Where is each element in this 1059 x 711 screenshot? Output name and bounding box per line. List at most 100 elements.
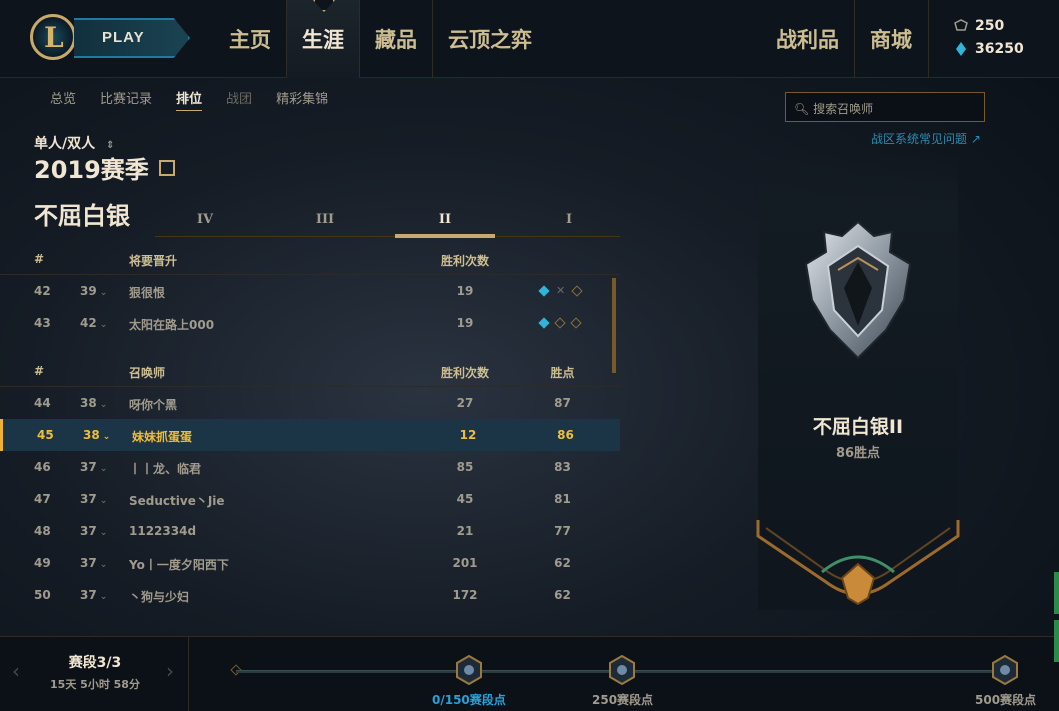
nav-home[interactable]: 主页 <box>214 0 286 78</box>
right-nav: 战利品 商城 <box>761 0 927 78</box>
tab-ranked[interactable]: 排位 <box>176 88 203 111</box>
series-pending-icon <box>554 317 566 329</box>
row-lp-rank: 37 ⌄ <box>80 492 108 506</box>
promo-series <box>538 316 582 329</box>
season-header: 2019赛季 <box>34 150 175 185</box>
nav-collection[interactable]: 藏品 <box>359 0 432 78</box>
header-wins: 胜利次数 <box>440 366 489 380</box>
row-summoner-name: 丨丨龙、临君 <box>129 462 202 476</box>
row-points: 81 <box>554 492 571 506</box>
main-nav: 主页 生涯 藏品 云顶之弈 <box>214 0 547 78</box>
career-subnav: 总览 比赛记录 排位 战团 精彩集锦 <box>50 88 328 111</box>
chevron-left-icon[interactable]: ‹ <box>12 659 20 683</box>
header-points: 胜点 <box>550 366 575 380</box>
row-lp-rank: 37 ⌄ <box>80 588 108 602</box>
division-tab-i[interactable]: I <box>519 212 619 227</box>
nav-store[interactable]: 商城 <box>854 0 927 78</box>
table-row[interactable]: 43 42 ⌄ 太阳在路上000 19 <box>0 307 620 339</box>
chevron-down-icon: ⌄ <box>99 592 108 602</box>
ladder-table: # 召唤师 胜利次数 胜点 44 38 ⌄ 呀你个黑 27 87 45 38 ⌄ 妹妹抓蛋蛋 12 8… <box>0 355 620 611</box>
row-wins: 172 <box>452 588 478 602</box>
row-wins: 21 <box>456 524 474 538</box>
table-row[interactable]: 46 37 ⌄ 丨丨龙、临君 85 83 <box>0 451 620 483</box>
side-tab[interactable] <box>1054 572 1059 614</box>
segment-marker-icon[interactable] <box>608 655 636 685</box>
row-points: 87 <box>554 396 571 410</box>
segment-marker-label: 500赛段点 <box>975 693 1037 707</box>
division-tab-iv[interactable]: IV <box>155 212 255 227</box>
row-summoner-name: 狠很恨 <box>129 286 166 300</box>
segment-marker-icon[interactable] <box>455 655 483 685</box>
rp-amount: 250 <box>975 18 1005 34</box>
rank-name: 不屈白银II <box>812 416 904 438</box>
table-row[interactable]: 44 38 ⌄ 呀你个黑 27 87 <box>0 387 620 419</box>
series-pending-icon <box>571 285 583 297</box>
row-wins: 19 <box>456 316 474 330</box>
season-badge-icon <box>158 159 175 176</box>
row-points: 83 <box>554 460 571 474</box>
silver-emblem-icon <box>804 220 912 360</box>
side-tab[interactable] <box>1054 620 1059 662</box>
play-button[interactable]: PLAY <box>74 18 190 58</box>
segment-time-left: 15天 5小时 58分 <box>50 678 140 691</box>
blue-essence-icon <box>956 42 966 56</box>
division-tab-ii[interactable]: II <box>395 212 495 238</box>
table-row[interactable]: 49 37 ⌄ Yo丨一度夕阳西下 201 62 <box>0 547 620 579</box>
division-tabs: IV III II I <box>155 210 620 238</box>
row-summoner-name: Seductive丶Jie <box>129 494 225 508</box>
nav-loot[interactable]: 战利品 <box>761 0 854 78</box>
table-row-current-player[interactable]: 45 38 ⌄ 妹妹抓蛋蛋 12 86 <box>0 419 620 451</box>
tier-title: 不屈白银 <box>34 202 130 230</box>
ladder-table-header: # 召唤师 胜利次数 胜点 <box>0 355 620 387</box>
row-lp-rank: 38 ⌄ <box>80 396 108 410</box>
table-row[interactable]: 50 37 ⌄ 丶狗与少妇 172 62 <box>0 579 620 611</box>
series-win-icon <box>538 285 550 297</box>
be-amount: 36250 <box>975 41 1024 57</box>
chevron-down-icon: ⌄ <box>99 464 108 474</box>
row-wins: 12 <box>459 428 477 442</box>
nav-career[interactable]: 生涯 <box>286 0 359 78</box>
row-rank: 43 <box>34 316 51 330</box>
row-points: 62 <box>554 588 571 602</box>
segment-marker-label: 250赛段点 <box>592 693 654 707</box>
segment-title: 赛段3/3 <box>68 655 122 671</box>
row-wins: 27 <box>456 396 474 410</box>
table-row[interactable]: 47 37 ⌄ Seductive丶Jie 45 81 <box>0 483 620 515</box>
row-wins: 201 <box>452 556 478 570</box>
summoner-search-input[interactable]: 🔍︎ 搜索召唤师 <box>785 92 985 122</box>
tab-highlights[interactable]: 精彩集锦 <box>276 88 328 111</box>
table-row[interactable]: 48 37 ⌄ 1122334d 21 77 <box>0 515 620 547</box>
row-rank: 44 <box>34 396 51 410</box>
row-points: 62 <box>554 556 571 570</box>
row-lp-rank: 37 ⌄ <box>80 460 108 474</box>
currency-display[interactable]: 250 36250 <box>928 0 1024 78</box>
league-logo-icon[interactable]: L <box>30 14 76 60</box>
series-win-icon <box>538 317 550 329</box>
row-rank: 47 <box>34 492 51 506</box>
row-summoner-name: 丶狗与少妇 <box>129 590 190 604</box>
tab-match-history[interactable]: 比赛记录 <box>100 88 152 111</box>
segment-marker-icon[interactable] <box>991 655 1019 685</box>
row-points: 86 <box>557 428 574 442</box>
rp-icon <box>954 19 968 31</box>
faq-link[interactable]: 战区系统常见问题 ↗ <box>871 130 981 147</box>
promo-series: ✕ <box>538 284 583 297</box>
row-wins: 85 <box>456 460 474 474</box>
division-tab-iii[interactable]: III <box>275 212 375 227</box>
row-rank: 48 <box>34 524 51 538</box>
row-summoner-name: 1122334d <box>129 524 197 538</box>
chevron-down-icon: ⌄ <box>99 400 108 410</box>
row-rank: 45 <box>37 428 54 442</box>
tab-overview[interactable]: 总览 <box>50 88 76 111</box>
table-scrollbar[interactable] <box>612 278 616 373</box>
header-summoner: 召唤师 <box>129 366 166 380</box>
nav-tft[interactable]: 云顶之弈 <box>432 0 547 78</box>
header-name: 将要晋升 <box>129 254 178 268</box>
rank-lp: 86胜点 <box>835 446 881 461</box>
search-icon: 🔍︎ <box>794 102 810 116</box>
tab-clash[interactable]: 战团 <box>226 88 252 111</box>
table-row[interactable]: 42 39 ⌄ 狠很恨 19 ✕ <box>0 275 620 307</box>
chevron-right-icon[interactable]: › <box>166 659 174 683</box>
series-loss-icon: ✕ <box>556 284 566 297</box>
search-placeholder: 搜索召唤师 <box>813 102 874 116</box>
